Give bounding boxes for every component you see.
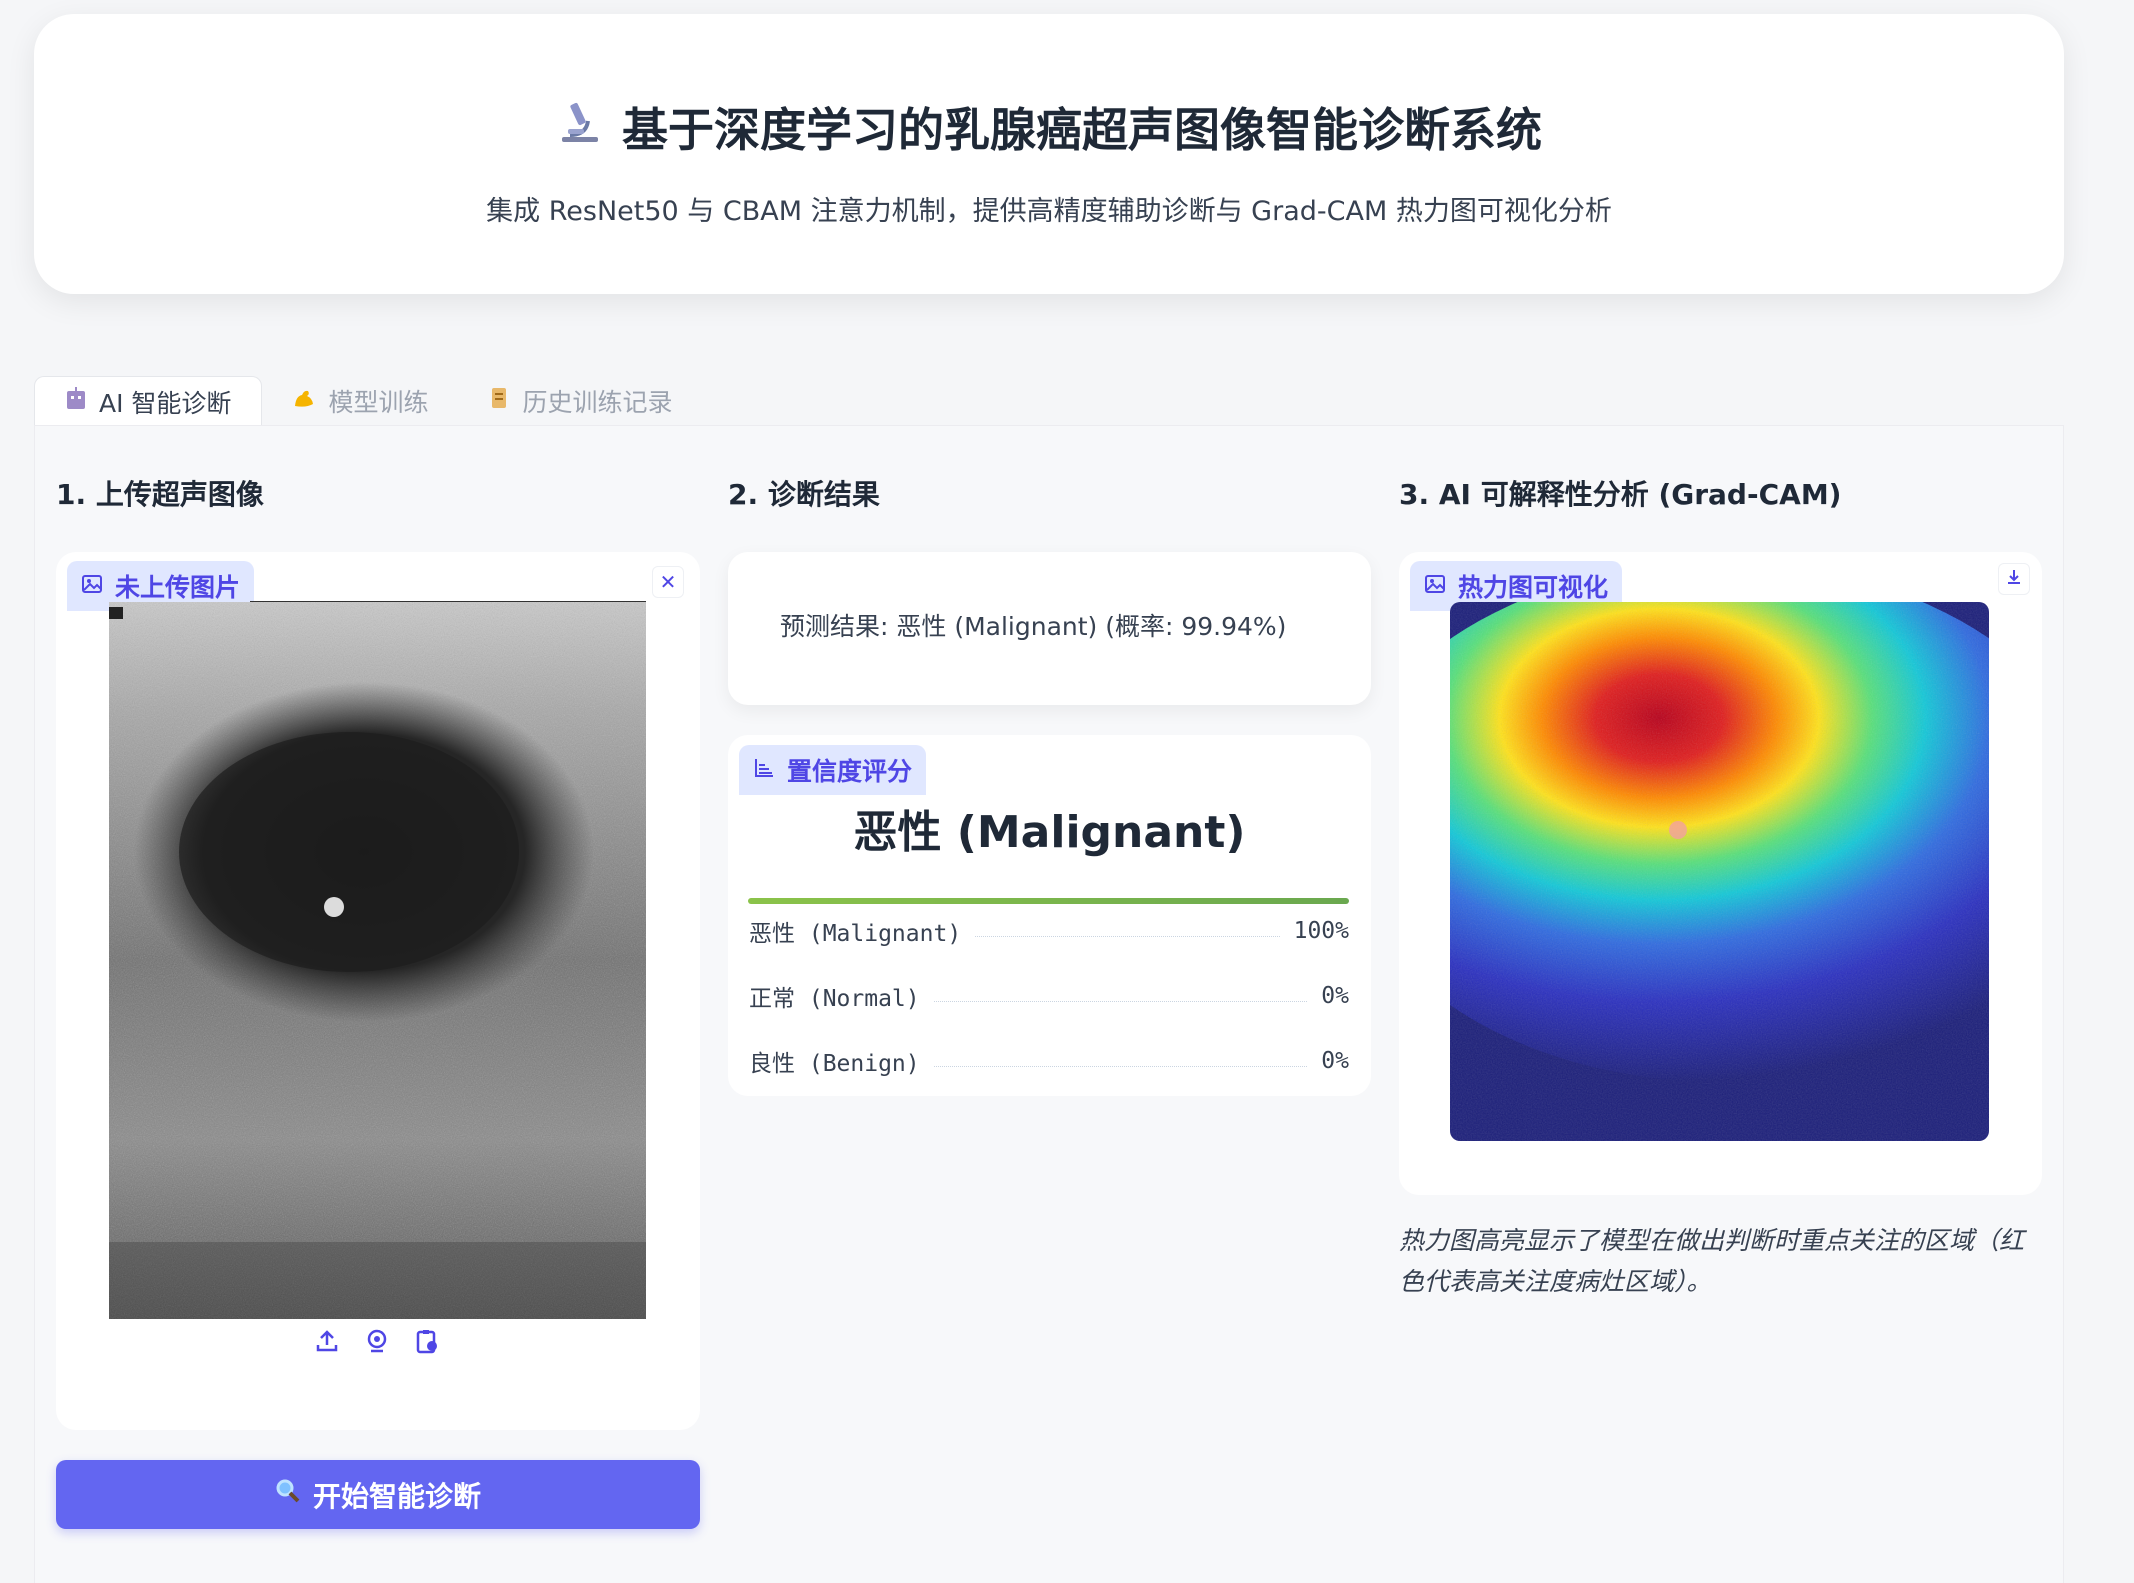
dotted-leader xyxy=(933,1000,1308,1002)
clear-image-button[interactable]: ✕ xyxy=(652,566,684,598)
scroll-icon xyxy=(488,386,510,416)
bar-chart-icon xyxy=(753,756,775,785)
class-name: 恶性 (Malignant) xyxy=(749,921,962,947)
upload-icon[interactable] xyxy=(312,1326,342,1356)
tab-label: 模型训练 xyxy=(328,388,429,417)
tab-training-history[interactable]: 历史训练记录 xyxy=(458,376,702,426)
class-name: 正常 (Normal) xyxy=(749,986,920,1012)
dotted-leader xyxy=(975,935,1280,937)
class-row-normal: 正常 (Normal) 0% xyxy=(749,980,1349,1012)
image-icon xyxy=(81,572,103,601)
page-title-row: 基于深度学习的乳腺癌超声图像智能诊断系统 xyxy=(34,94,2064,160)
top-class-progress xyxy=(748,898,1349,904)
result-section-title: 2. 诊断结果 xyxy=(728,478,880,511)
gradcam-section-title: 3. AI 可解释性分析 (Grad-CAM) xyxy=(1399,478,1842,511)
image-icon xyxy=(1424,572,1446,601)
class-value: 0% xyxy=(1321,983,1349,1009)
magnifier-icon xyxy=(275,1478,301,1511)
gradcam-caption: 热力图高亮显示了模型在做出判断时重点关注的区域（红色代表高关注度病灶区域）。 xyxy=(1399,1226,2025,1296)
start-diagnosis-label: 开始智能诊断 xyxy=(312,1479,481,1513)
robot-icon xyxy=(65,386,87,417)
top-class-label: 恶性 (Malignant) xyxy=(853,807,1246,858)
class-name: 良性 (Benign) xyxy=(749,1051,920,1077)
start-diagnosis-button[interactable]: 开始智能诊断 xyxy=(56,1460,700,1529)
tab-bar: AI 智能诊断 模型训练 历史训练记录 xyxy=(34,376,702,426)
gradcam-label-text: 热力图可视化 xyxy=(1458,573,1609,602)
close-icon: ✕ xyxy=(659,570,677,594)
header-card: 基于深度学习的乳腺癌超声图像智能诊断系统 集成 ResNet50 与 CBAM … xyxy=(34,14,2064,294)
microscope-icon xyxy=(556,99,602,156)
upload-section-title: 1. 上传超声图像 xyxy=(56,478,264,511)
tab-label: 历史训练记录 xyxy=(522,388,673,417)
top-class-progress-fill xyxy=(748,898,1349,904)
upload-label-text: 未上传图片 xyxy=(115,573,241,602)
confidence-label: 置信度评分 xyxy=(739,745,927,795)
tab-label: AI 智能诊断 xyxy=(99,388,232,418)
download-button[interactable] xyxy=(1998,563,2030,595)
upload-tools xyxy=(312,1326,442,1356)
tab-model-training[interactable]: 模型训练 xyxy=(262,376,458,426)
download-icon xyxy=(2005,567,2023,591)
page-subtitle: 集成 ResNet50 与 CBAM 注意力机制，提供高精度辅助诊断与 Grad… xyxy=(486,196,1612,227)
clipboard-icon[interactable] xyxy=(412,1326,442,1356)
tab-ai-diagnosis[interactable]: AI 智能诊断 xyxy=(34,376,263,426)
gradcam-heatmap-image xyxy=(1450,602,1989,1141)
muscle-icon xyxy=(292,386,316,416)
class-value: 100% xyxy=(1293,918,1349,944)
class-row-benign: 良性 (Benign) 0% xyxy=(749,1045,1349,1077)
class-row-malignant: 恶性 (Malignant) 100% xyxy=(749,915,1349,947)
class-value: 0% xyxy=(1321,1048,1349,1074)
webcam-icon[interactable] xyxy=(362,1326,392,1356)
prediction-text: 预测结果: 恶性 (Malignant) (概率: 99.94%) xyxy=(780,612,1287,641)
confidence-label-text: 置信度评分 xyxy=(787,757,913,786)
ultrasound-image xyxy=(109,602,646,1319)
dotted-leader xyxy=(933,1065,1308,1067)
page-title: 基于深度学习的乳腺癌超声图像智能诊断系统 xyxy=(622,103,1542,157)
